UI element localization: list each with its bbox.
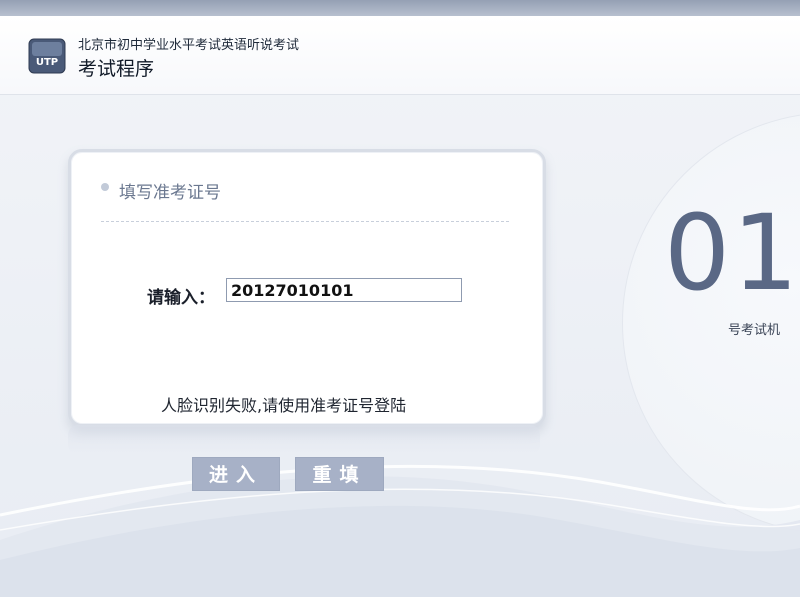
app-subtitle: 北京市初中学业水平考试英语听说考试 bbox=[78, 38, 300, 53]
card-heading-text: 填写准考证号 bbox=[119, 183, 221, 203]
top-strip bbox=[0, 0, 800, 16]
app-window: UTP 北京市初中学业水平考试英语听说考试 考试程序 01 号考试机 填写准考证… bbox=[0, 0, 800, 597]
logo-text: UTP bbox=[36, 57, 58, 68]
enter-button[interactable]: 进入 bbox=[192, 457, 280, 491]
reset-button[interactable]: 重填 bbox=[295, 457, 384, 491]
seat-number: 01 bbox=[664, 192, 800, 314]
seat-label: 号考试机 bbox=[728, 323, 781, 338]
login-card: 填写准考证号 请输入： 人脸识别失败,请使用准考证号登陆 bbox=[68, 149, 546, 427]
input-label: 请输入： bbox=[147, 288, 215, 308]
card-heading: 填写准考证号 bbox=[105, 178, 221, 203]
card-reflection bbox=[68, 425, 540, 455]
app-title: 考试程序 bbox=[78, 58, 155, 80]
header: UTP 北京市初中学业水平考试英语听说考试 考试程序 bbox=[0, 16, 800, 95]
admission-number-input[interactable] bbox=[226, 278, 462, 302]
utp-logo-icon: UTP bbox=[28, 38, 66, 74]
card-divider bbox=[101, 221, 509, 222]
face-recognition-notice: 人脸识别失败,请使用准考证号登陆 bbox=[161, 396, 407, 415]
